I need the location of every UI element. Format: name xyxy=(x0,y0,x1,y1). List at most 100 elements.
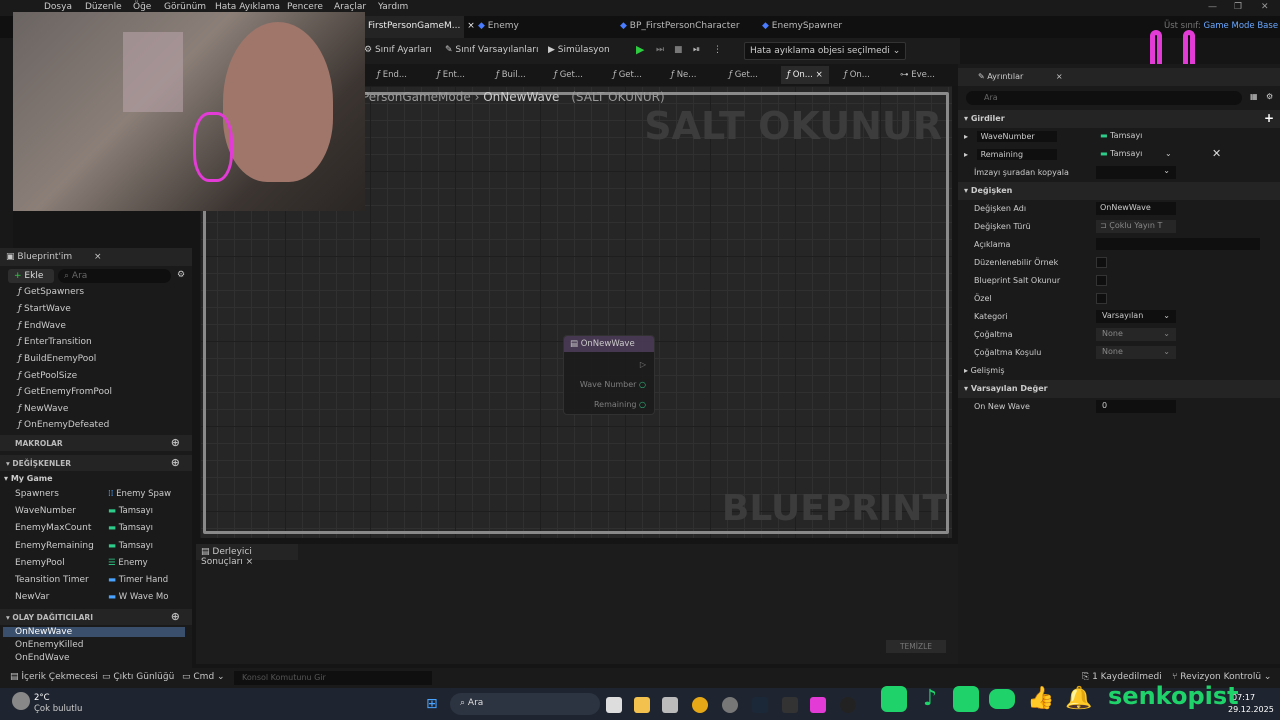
node-pin-wavenumber[interactable]: Wave Number ○ xyxy=(580,380,646,389)
taskbar-search[interactable]: ⌕ Ara xyxy=(450,693,600,715)
graph-tab-build[interactable]: ƒ Buil... xyxy=(496,70,526,80)
remove-input-icon[interactable]: ✕ xyxy=(1212,147,1221,160)
variable-item[interactable]: Teansition Timer xyxy=(15,575,89,585)
graph-tab-onnewwave[interactable]: ƒ On... × xyxy=(781,66,829,84)
graph-tab-ent[interactable]: ƒ Ent... xyxy=(437,70,465,80)
add-input-icon[interactable]: + xyxy=(1264,111,1274,125)
variable-type[interactable]: ▬ Tamsayı xyxy=(108,541,153,551)
function-item[interactable]: ƒ GetPoolSize xyxy=(18,371,77,381)
variable-type-dropdown[interactable]: ⊐ Çoklu Yayın T xyxy=(1096,220,1176,233)
tab-bp-firstpersoncharacter[interactable]: ◆ BP_FirstPersonCharacter xyxy=(612,16,748,38)
close-icon[interactable]: × xyxy=(246,557,254,567)
variable-type[interactable]: ▬ Tamsayı xyxy=(108,506,153,516)
add-macro-icon[interactable]: ⊕ xyxy=(171,436,180,449)
close-icon[interactable]: × xyxy=(816,70,823,80)
parent-class-link[interactable]: Game Mode Base xyxy=(1203,21,1278,31)
console-input[interactable]: Konsol Komutunu Gir xyxy=(234,671,432,685)
graph-tab-get-2[interactable]: ƒ Get... xyxy=(613,70,642,80)
app-icon[interactable] xyxy=(722,697,738,713)
expand-icon[interactable]: ▸ xyxy=(964,132,968,141)
variable-type[interactable]: ▬ Tamsayı xyxy=(108,523,153,533)
exec-pin-icon[interactable]: ▷ xyxy=(640,360,646,369)
settings-icon[interactable]: ⚙ xyxy=(177,270,185,280)
unsaved-indicator[interactable]: ⎘ 1 Kaydedilmedi xyxy=(1082,672,1162,682)
compiler-results-tab[interactable]: ▤ Derleyici Sonuçları × xyxy=(196,544,298,567)
tab-enemy[interactable]: ◆ Enemy xyxy=(470,16,527,38)
input-name-field[interactable]: WaveNumber xyxy=(976,131,1057,142)
grid-view-icon[interactable]: ▦ xyxy=(1250,92,1258,101)
debug-object-dropdown[interactable]: Hata ayıklama objesi seçilmedi ⌄ xyxy=(744,42,907,60)
tab-firstpersongamemode[interactable]: FirstPersonGameM... × xyxy=(360,16,475,38)
menu-window[interactable]: Pencere xyxy=(287,2,323,12)
variable-item[interactable]: Spawners xyxy=(15,489,59,499)
content-drawer-button[interactable]: ▤ İçerik Çekmecesi xyxy=(10,672,98,682)
breadcrumb-owner[interactable]: PersonGameMode xyxy=(362,90,471,104)
graph-tab-new[interactable]: ƒ Ne... xyxy=(671,70,696,80)
input-name-field[interactable]: Remaining xyxy=(976,149,1057,160)
dispatcher-item[interactable]: OnEnemyKilled xyxy=(15,640,83,650)
my-blueprint-search-input[interactable]: ⌕ Ara xyxy=(58,269,171,283)
variable-item[interactable]: EnemyPool xyxy=(15,558,65,568)
default-value-field[interactable]: 0 xyxy=(1096,400,1176,413)
menu-asset[interactable]: Öğe xyxy=(133,2,151,12)
close-icon[interactable]: × xyxy=(1056,72,1063,81)
variable-category[interactable]: ▾ My Game xyxy=(4,474,53,483)
section-advanced[interactable]: ▸ Gelişmiş xyxy=(958,362,1280,380)
replication-condition-dropdown[interactable]: None ⌄ xyxy=(1096,346,1176,359)
output-log-button[interactable]: ▭ Çıktı Günlüğü xyxy=(102,672,174,682)
simulation-button[interactable]: ▶ Simülasyon xyxy=(548,45,610,55)
app-icon[interactable] xyxy=(810,697,826,713)
description-field[interactable] xyxy=(1096,238,1260,250)
tab-enemyspawner[interactable]: ◆ EnemySpawner xyxy=(754,16,850,38)
blueprint-readonly-checkbox[interactable] xyxy=(1096,275,1107,286)
instance-editable-checkbox[interactable] xyxy=(1096,257,1107,268)
menu-debug[interactable]: Hata Ayıklama xyxy=(215,2,280,12)
revision-control-button[interactable]: ⑂ Revizyon Kontrolü ⌄ xyxy=(1172,672,1271,682)
section-default-value[interactable]: ▾ Varsayılan Değer xyxy=(958,380,1280,398)
maximize-icon[interactable]: ❐ xyxy=(1234,2,1242,12)
function-item[interactable]: ƒ NewWave xyxy=(18,404,68,414)
task-view-icon[interactable] xyxy=(606,697,622,713)
cmd-dropdown[interactable]: ▭ Cmd ⌄ xyxy=(182,672,225,682)
variable-type[interactable]: ▬ W Wave Mo xyxy=(108,592,168,602)
variable-type[interactable]: ⁞⁞ Enemy Spaw xyxy=(108,489,171,499)
function-item[interactable]: ƒ EndWave xyxy=(18,321,66,331)
details-search-input[interactable]: Ara xyxy=(966,91,1242,105)
graph-tab-on[interactable]: ƒ On... xyxy=(844,70,870,80)
variable-type[interactable]: ▬ Timer Hand xyxy=(108,575,168,585)
event-node[interactable]: ▤ OnNewWave ▷ Wave Number ○ Remaining ○ xyxy=(563,335,655,415)
section-variables[interactable]: ▾ DEĞİŞKENLER ⊕ xyxy=(0,455,192,471)
store-icon[interactable] xyxy=(662,697,678,713)
copy-signature-dropdown[interactable]: ⌄ xyxy=(1096,166,1176,179)
section-inputs[interactable]: ▾ Girdiler + xyxy=(958,110,1280,128)
steam-icon[interactable] xyxy=(752,697,768,713)
expand-icon[interactable]: ▸ xyxy=(964,150,968,159)
menu-view[interactable]: Görünüm xyxy=(164,2,206,12)
function-item[interactable]: ƒ BuildEnemyPool xyxy=(18,354,96,364)
node-pin-remaining[interactable]: Remaining ○ xyxy=(594,400,646,409)
add-button[interactable]: + Ekle xyxy=(8,269,54,283)
function-item[interactable]: ƒ GetSpawners xyxy=(18,287,84,297)
settings-icon[interactable]: ⚙ xyxy=(1266,92,1273,101)
category-dropdown[interactable]: Varsayılan ⌄ xyxy=(1096,310,1176,323)
variable-item[interactable]: WaveNumber xyxy=(15,506,76,516)
function-item[interactable]: ƒ StartWave xyxy=(18,304,71,314)
input-type-dropdown[interactable]: ▬ Tamsayı xyxy=(1100,131,1142,140)
graph-tab-get-3[interactable]: ƒ Get... xyxy=(729,70,758,80)
class-settings-button[interactable]: ⚙ Sınıf Ayarları xyxy=(364,45,432,55)
section-macros[interactable]: MAKROLAR ⊕ xyxy=(0,435,192,451)
dispatcher-item[interactable]: OnEndWave xyxy=(15,653,70,663)
function-item[interactable]: ƒ GetEnemyFromPool xyxy=(18,387,112,397)
stop-icon[interactable]: ■ xyxy=(674,45,683,55)
class-defaults-button[interactable]: ✎ Sınıf Varsayılanları xyxy=(445,45,539,55)
variable-item[interactable]: EnemyMaxCount xyxy=(15,523,91,533)
variable-name-field[interactable]: OnNewWave xyxy=(1096,202,1176,215)
close-icon[interactable]: × xyxy=(94,252,102,262)
more-options-icon[interactable]: ⋮ xyxy=(713,45,722,55)
graph-tab-end[interactable]: ƒ End... xyxy=(377,70,407,80)
menu-file[interactable]: Dosya xyxy=(44,2,72,12)
clear-button[interactable]: TEMİZLE xyxy=(886,640,946,653)
menu-help[interactable]: Yardım xyxy=(378,2,408,12)
step-icon[interactable]: ⏭ xyxy=(656,45,664,55)
function-item[interactable]: ƒ OnEnemyDefeated xyxy=(18,420,109,430)
